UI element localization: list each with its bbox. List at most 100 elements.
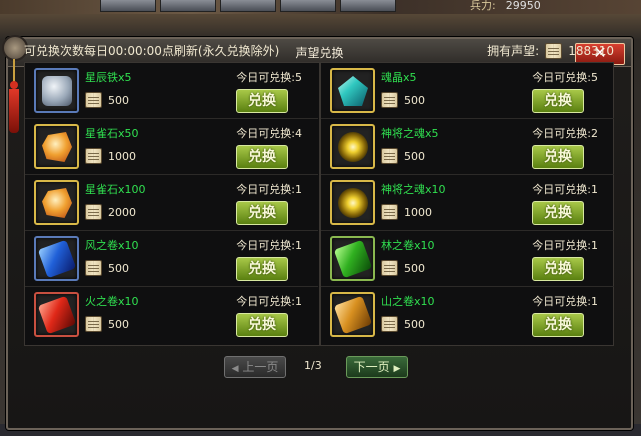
star-stone-icon[interactable] — [34, 124, 79, 169]
item-daily-limit: 今日可兑换:1 — [532, 295, 598, 308]
item-cost: 500 — [381, 260, 425, 276]
redeem-button[interactable]: 兑换 — [236, 313, 288, 337]
reputation-book-icon — [85, 260, 102, 276]
general-soul-icon[interactable] — [330, 180, 375, 225]
redeem-button[interactable]: 兑换 — [236, 145, 288, 169]
redeem-button[interactable]: 兑换 — [532, 257, 584, 281]
redeem-button[interactable]: 兑换 — [236, 201, 288, 225]
star-iron-icon[interactable] — [34, 68, 79, 113]
next-page-label: 下一页 — [353, 360, 390, 374]
item-name: 林之卷x10 — [381, 239, 435, 252]
item-cost-value: 500 — [108, 93, 129, 107]
troop-power-label: 兵力: — [470, 0, 496, 12]
item-cost-value: 500 — [404, 317, 425, 331]
item-cost: 2000 — [85, 204, 136, 220]
item-daily-limit: 今日可兑换:1 — [236, 183, 302, 196]
tassel-icon — [8, 59, 20, 139]
item-cost: 500 — [85, 260, 129, 276]
exchange-grid: 星辰铁x5 500 今日可兑换:5 兑换 魂晶x5 500 今日可兑换:5 兑换… — [24, 62, 614, 346]
item-daily-limit: 今日可兑换:4 — [236, 127, 302, 140]
wind-scroll-icon[interactable] — [34, 236, 79, 281]
redeem-button[interactable]: 兑换 — [532, 201, 584, 225]
page-indicator: 1/3 — [304, 359, 322, 372]
item-name: 山之卷x10 — [381, 295, 435, 308]
item-cost-value: 2000 — [108, 205, 136, 219]
forest-scroll-icon[interactable] — [330, 236, 375, 281]
fire-scroll-icon[interactable] — [34, 292, 79, 337]
item-name: 神将之魂x10 — [381, 183, 446, 196]
item-name: 星辰铁x5 — [85, 71, 132, 84]
hud-tab[interactable] — [280, 0, 336, 12]
item-cost: 500 — [85, 316, 129, 332]
item-name: 魂晶x5 — [381, 71, 417, 84]
redeem-button[interactable]: 兑换 — [236, 89, 288, 113]
hud-tab[interactable] — [160, 0, 216, 12]
reputation-book-icon — [85, 316, 102, 332]
item-cost-value: 1000 — [108, 149, 136, 163]
pagination: ◀ 上一页 1/3 下一页 ▶ — [224, 356, 414, 380]
general-soul-icon[interactable] — [330, 124, 375, 169]
hud-tab[interactable] — [220, 0, 276, 12]
exchange-item: 风之卷x10 500 今日可兑换:1 兑换 — [25, 231, 318, 287]
item-name: 风之卷x10 — [85, 239, 139, 252]
item-daily-limit: 今日可兑换:1 — [236, 239, 302, 252]
troop-power: 兵力: 29950 — [470, 0, 541, 13]
item-cost-value: 500 — [404, 93, 425, 107]
exchange-item: 星雀石x100 2000 今日可兑换:1 兑换 — [25, 175, 318, 231]
prev-page-button[interactable]: ◀ 上一页 — [224, 356, 286, 378]
hud-tab[interactable] — [340, 0, 396, 12]
redeem-button[interactable]: 兑换 — [236, 257, 288, 281]
reputation-book-icon — [381, 260, 398, 276]
item-daily-limit: 今日可兑换:1 — [236, 295, 302, 308]
exchange-item: 山之卷x10 500 今日可兑换:1 兑换 — [321, 287, 614, 343]
owned-reputation-value: 188310 — [568, 43, 614, 58]
item-cost: 500 — [381, 316, 425, 332]
item-daily-limit: 今日可兑换:5 — [236, 71, 302, 84]
reputation-book-icon — [381, 316, 398, 332]
item-daily-limit: 今日可兑换:1 — [532, 239, 598, 252]
exchange-item: 星辰铁x5 500 今日可兑换:5 兑换 — [25, 63, 318, 119]
reputation-book-icon — [85, 204, 102, 220]
item-cost-value: 500 — [404, 149, 425, 163]
troop-power-value: 29950 — [505, 0, 541, 12]
item-cost: 1000 — [85, 148, 136, 164]
prev-page-label: 上一页 — [242, 360, 279, 374]
refresh-note: 可兑换次数每日00:00:00点刷新(永久兑换除外) — [24, 44, 280, 58]
redeem-button[interactable]: 兑换 — [532, 89, 584, 113]
next-page-button[interactable]: 下一页 ▶ — [346, 356, 408, 378]
hud-tab[interactable] — [100, 0, 156, 12]
exchange-item: 林之卷x10 500 今日可兑换:1 兑换 — [321, 231, 614, 287]
owned-reputation: 拥有声望: 188310 — [487, 42, 614, 59]
exchange-item: 火之卷x10 500 今日可兑换:1 兑换 — [25, 287, 318, 343]
reputation-book-icon — [85, 148, 102, 164]
item-daily-limit: 今日可兑换:5 — [532, 71, 598, 84]
item-daily-limit: 今日可兑换:1 — [532, 183, 598, 196]
item-cost-value: 500 — [108, 317, 129, 331]
item-cost-value: 500 — [108, 261, 129, 275]
exchange-item: 神将之魂x5 500 今日可兑换:2 兑换 — [321, 119, 614, 175]
item-cost: 500 — [85, 92, 129, 108]
item-cost-value: 1000 — [404, 205, 432, 219]
item-name: 火之卷x10 — [85, 295, 139, 308]
soul-crystal-icon[interactable] — [330, 68, 375, 113]
chevron-left-icon: ◀ — [231, 364, 239, 374]
item-cost-value: 500 — [404, 261, 425, 275]
item-cost: 500 — [381, 92, 425, 108]
item-daily-limit: 今日可兑换:2 — [532, 127, 598, 140]
item-cost: 500 — [381, 148, 425, 164]
reputation-book-icon — [381, 92, 398, 108]
owned-reputation-label: 拥有声望: — [487, 44, 540, 58]
exchange-item: 星雀石x50 1000 今日可兑换:4 兑换 — [25, 119, 318, 175]
redeem-button[interactable]: 兑换 — [532, 313, 584, 337]
redeem-button[interactable]: 兑换 — [532, 145, 584, 169]
reputation-book-icon — [381, 204, 398, 220]
hud-tabs — [100, 0, 396, 12]
info-bar: 可兑换次数每日00:00:00点刷新(永久兑换除外) 拥有声望: 188310 — [24, 42, 614, 59]
reputation-book-icon — [381, 148, 398, 164]
item-name: 神将之魂x5 — [381, 127, 439, 140]
item-name: 星雀石x100 — [85, 183, 146, 196]
mountain-scroll-icon[interactable] — [330, 292, 375, 337]
chevron-right-icon: ▶ — [393, 364, 401, 374]
item-cost: 1000 — [381, 204, 432, 220]
star-stone-icon[interactable] — [34, 180, 79, 225]
